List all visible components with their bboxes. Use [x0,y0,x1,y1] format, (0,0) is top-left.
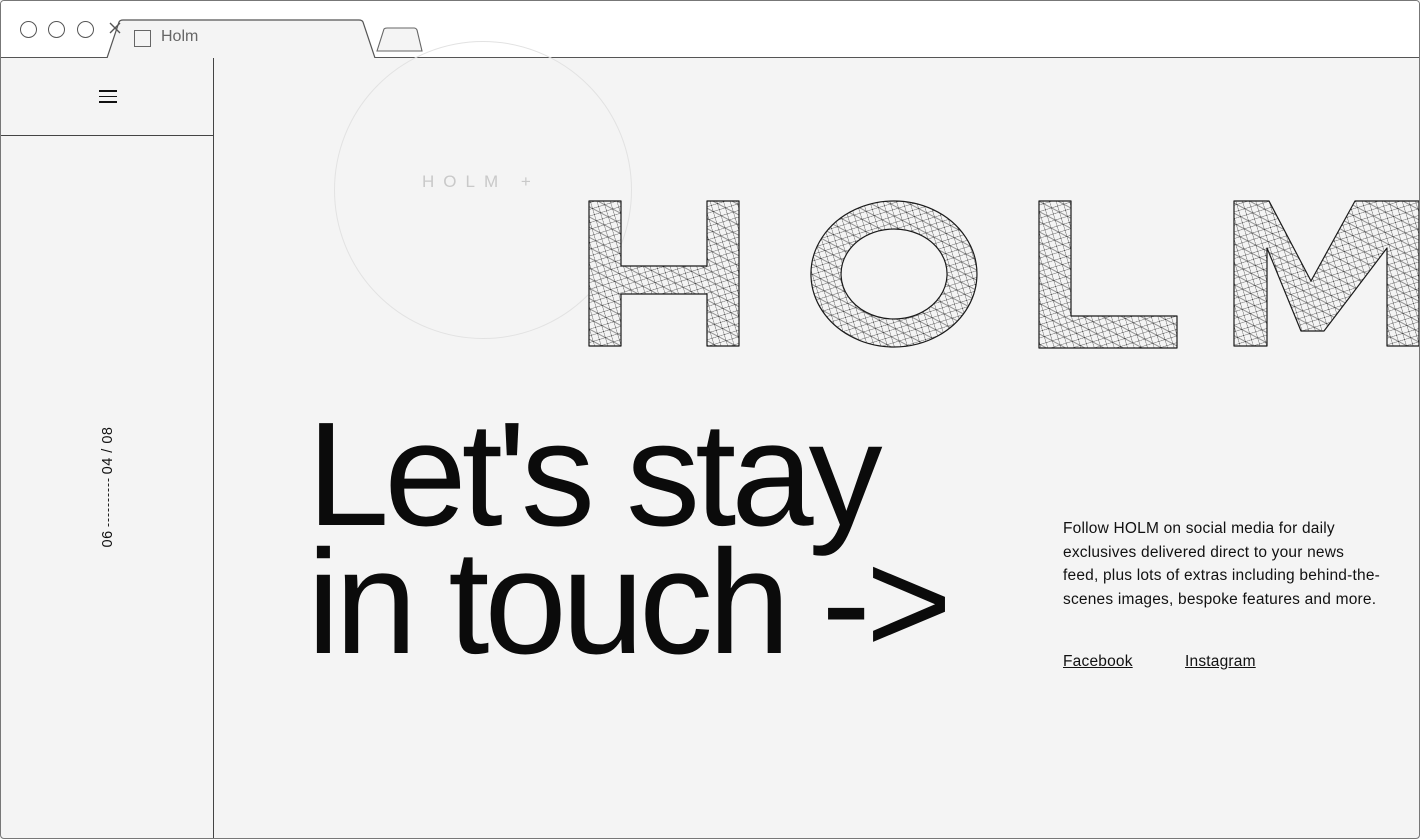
minimize-window-dot[interactable] [48,21,65,38]
headline: Let's stay in touch -> [307,401,952,685]
hamburger-icon[interactable] [99,90,117,104]
new-tab-icon[interactable] [375,27,425,53]
facebook-link[interactable]: Facebook [1063,653,1133,671]
maximize-window-dot[interactable] [77,21,94,38]
social-description: Follow HOLM on social media for daily ex… [1063,520,1381,609]
slide-pager: 06 04 / 08 [100,427,116,548]
pager-current: 06 [100,530,116,548]
instagram-link[interactable]: Instagram [1185,653,1256,671]
browser-chrome: Holm [1,1,1419,58]
favicon-placeholder-icon [134,30,151,47]
pager-total: 04 / 08 [100,426,116,475]
close-window-dot[interactable] [20,21,37,38]
tab-title: Holm [161,28,199,45]
headline-line-2: in touch -> [307,520,952,685]
holm-wordmark-logo [588,200,1419,349]
sidebar: 06 04 / 08 [1,58,214,838]
pager-line [107,478,109,527]
browser-tab[interactable]: Holm [106,19,378,58]
close-icon[interactable] [106,19,124,37]
circle-badge-text: HOLM + [422,172,540,191]
browser-window: Holm 06 04 / 08 HOLM + Let's stay in tou… [0,0,1420,839]
menu-button[interactable] [1,58,213,136]
